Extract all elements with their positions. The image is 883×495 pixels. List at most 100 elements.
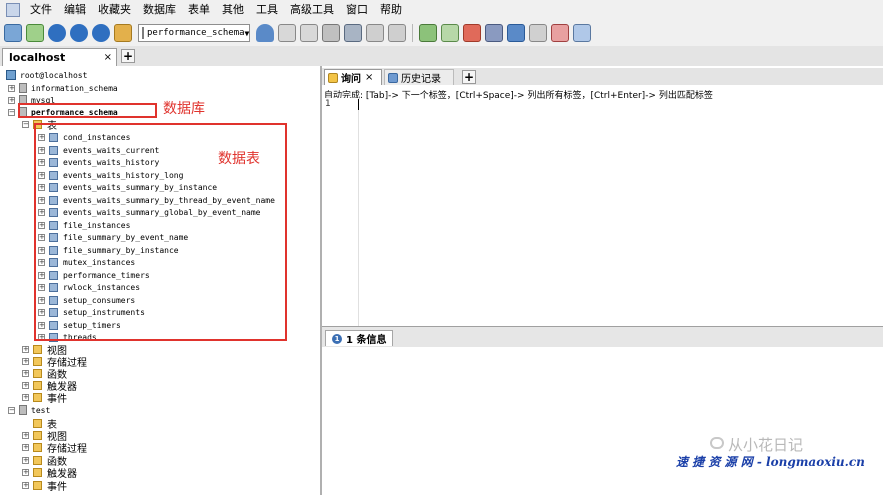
watermark-text: 从小花日记 bbox=[728, 436, 804, 454]
menu-window[interactable]: 窗口 bbox=[340, 0, 374, 20]
server-icon bbox=[6, 70, 16, 80]
grid-icon[interactable] bbox=[573, 24, 591, 42]
line-number: 1 bbox=[325, 99, 331, 109]
export-icon[interactable] bbox=[344, 24, 362, 42]
history-icon bbox=[388, 72, 398, 83]
stop-icon[interactable] bbox=[92, 24, 110, 42]
result-pane bbox=[322, 347, 883, 495]
report-icon[interactable] bbox=[485, 24, 503, 42]
monitor-icon[interactable] bbox=[507, 24, 525, 42]
close-icon[interactable]: × bbox=[104, 52, 112, 63]
tree-folder-label: 事件 bbox=[47, 481, 67, 493]
table-annotation: 数据表 bbox=[218, 151, 260, 167]
object-browser: root@localhost + information_schema + my… bbox=[0, 66, 322, 495]
folder-icon bbox=[33, 392, 42, 402]
folder-icon bbox=[33, 344, 42, 354]
notify-icon[interactable] bbox=[463, 24, 481, 42]
tree-folder-triggers[interactable]: + 触发器 bbox=[22, 466, 77, 480]
expand-icon[interactable]: + bbox=[22, 431, 29, 439]
folder-icon bbox=[33, 356, 42, 366]
user-icon[interactable] bbox=[256, 24, 274, 42]
expand-icon[interactable]: + bbox=[22, 357, 29, 365]
add-connection-tab-button[interactable]: + bbox=[121, 49, 135, 63]
menu-table[interactable]: 表单 bbox=[182, 0, 216, 20]
menu-edit[interactable]: 编辑 bbox=[58, 0, 92, 20]
job-icon[interactable] bbox=[441, 24, 459, 42]
tree-db-test[interactable]: − test bbox=[8, 404, 50, 416]
menu-database[interactable]: 数据库 bbox=[137, 0, 182, 20]
tab-messages-label: 1 条信息 bbox=[346, 335, 387, 346]
folder-icon bbox=[33, 455, 42, 465]
database-select-value: performance_schema bbox=[147, 28, 245, 38]
tree-folder-label: 事件 bbox=[47, 393, 67, 405]
database-select[interactable]: performance_schema ▼ bbox=[138, 24, 250, 42]
restore-icon[interactable] bbox=[300, 24, 318, 42]
database-icon bbox=[142, 27, 144, 39]
menu-help[interactable]: 帮助 bbox=[374, 0, 408, 20]
menu-other[interactable]: 其他 bbox=[216, 0, 250, 20]
keyboard-icon[interactable] bbox=[529, 24, 547, 42]
tab-query-label: 询问 bbox=[341, 74, 361, 85]
expand-icon[interactable]: + bbox=[22, 468, 29, 476]
tree-db-label: information_schema bbox=[31, 83, 118, 93]
tab-history-label: 历史记录 bbox=[401, 74, 441, 85]
sync-icon[interactable] bbox=[388, 24, 406, 42]
import-icon[interactable] bbox=[322, 24, 340, 42]
tab-messages[interactable]: 1 1 条信息 bbox=[325, 330, 394, 346]
expand-icon[interactable]: + bbox=[22, 456, 29, 464]
menu-file[interactable]: 文件 bbox=[24, 0, 58, 20]
menu-tools[interactable]: 工具 bbox=[250, 0, 284, 20]
database-icon bbox=[19, 83, 27, 93]
tree-root-label: root@localhost bbox=[20, 70, 88, 80]
schema-icon[interactable] bbox=[366, 24, 384, 42]
tab-history[interactable]: 历史记录 bbox=[384, 69, 454, 85]
expand-icon[interactable]: + bbox=[22, 481, 29, 489]
backup-icon[interactable] bbox=[278, 24, 296, 42]
execute-icon[interactable] bbox=[48, 24, 66, 42]
collapse-icon[interactable]: − bbox=[22, 120, 29, 128]
expand-icon[interactable]: + bbox=[22, 345, 29, 353]
menu-favorites[interactable]: 收藏夹 bbox=[92, 0, 137, 20]
info-icon: 1 bbox=[332, 333, 342, 344]
menu-advanced-tools[interactable]: 高级工具 bbox=[284, 0, 340, 20]
expand-icon[interactable]: + bbox=[8, 96, 15, 104]
toolbar-separator bbox=[412, 24, 413, 42]
expand-icon[interactable]: + bbox=[22, 393, 29, 401]
tree-folder-events[interactable]: + 事件 bbox=[22, 479, 67, 493]
folder-icon bbox=[33, 430, 42, 440]
close-icon[interactable]: × bbox=[365, 72, 373, 83]
folder-icon bbox=[33, 467, 42, 477]
query-editor[interactable] bbox=[359, 98, 883, 326]
add-query-tab-button[interactable]: + bbox=[462, 70, 476, 84]
database-annotation: 数据库 bbox=[163, 101, 205, 117]
tab-query[interactable]: 询问 × bbox=[324, 69, 382, 85]
connection-tab-bar: localhost × + bbox=[0, 46, 883, 66]
connection-tab-label: localhost bbox=[9, 51, 66, 64]
footer-caption: 速 捷 资 源 网 - longmaoxiu.cn bbox=[676, 455, 865, 469]
tree-root[interactable]: root@localhost bbox=[6, 69, 87, 81]
collapse-icon[interactable]: − bbox=[8, 108, 15, 116]
database-highlight-box bbox=[18, 103, 157, 118]
expand-icon[interactable]: + bbox=[8, 84, 15, 92]
folder-icon bbox=[33, 480, 42, 490]
new-connection-icon[interactable] bbox=[4, 24, 22, 42]
expand-icon[interactable]: + bbox=[22, 443, 29, 451]
folder-icon bbox=[33, 442, 42, 452]
folder-icon bbox=[33, 368, 42, 378]
query-builder-icon[interactable] bbox=[419, 24, 437, 42]
tools-icon[interactable] bbox=[114, 24, 132, 42]
connection-tab-localhost[interactable]: localhost × bbox=[2, 48, 117, 66]
editor-tab-bar: 询问 × 历史记录 + bbox=[322, 68, 883, 85]
collapse-icon[interactable]: − bbox=[8, 406, 15, 414]
result-tab-bar: 1 1 条信息 bbox=[322, 326, 883, 348]
tree-folder-procedures[interactable]: + 存储过程 bbox=[22, 441, 87, 455]
expand-icon[interactable]: + bbox=[22, 381, 29, 389]
tree-db-information-schema[interactable]: + information_schema bbox=[8, 82, 118, 94]
execute-all-icon[interactable] bbox=[70, 24, 88, 42]
database-icon bbox=[19, 405, 27, 415]
table-diff-icon[interactable] bbox=[551, 24, 569, 42]
refresh-icon[interactable] bbox=[26, 24, 44, 42]
menu-bar: 文件 编辑 收藏夹 数据库 表单 其他 工具 高级工具 窗口 帮助 bbox=[0, 0, 883, 20]
expand-icon[interactable]: + bbox=[22, 369, 29, 377]
tree-folder-events[interactable]: + 事件 bbox=[22, 391, 67, 405]
